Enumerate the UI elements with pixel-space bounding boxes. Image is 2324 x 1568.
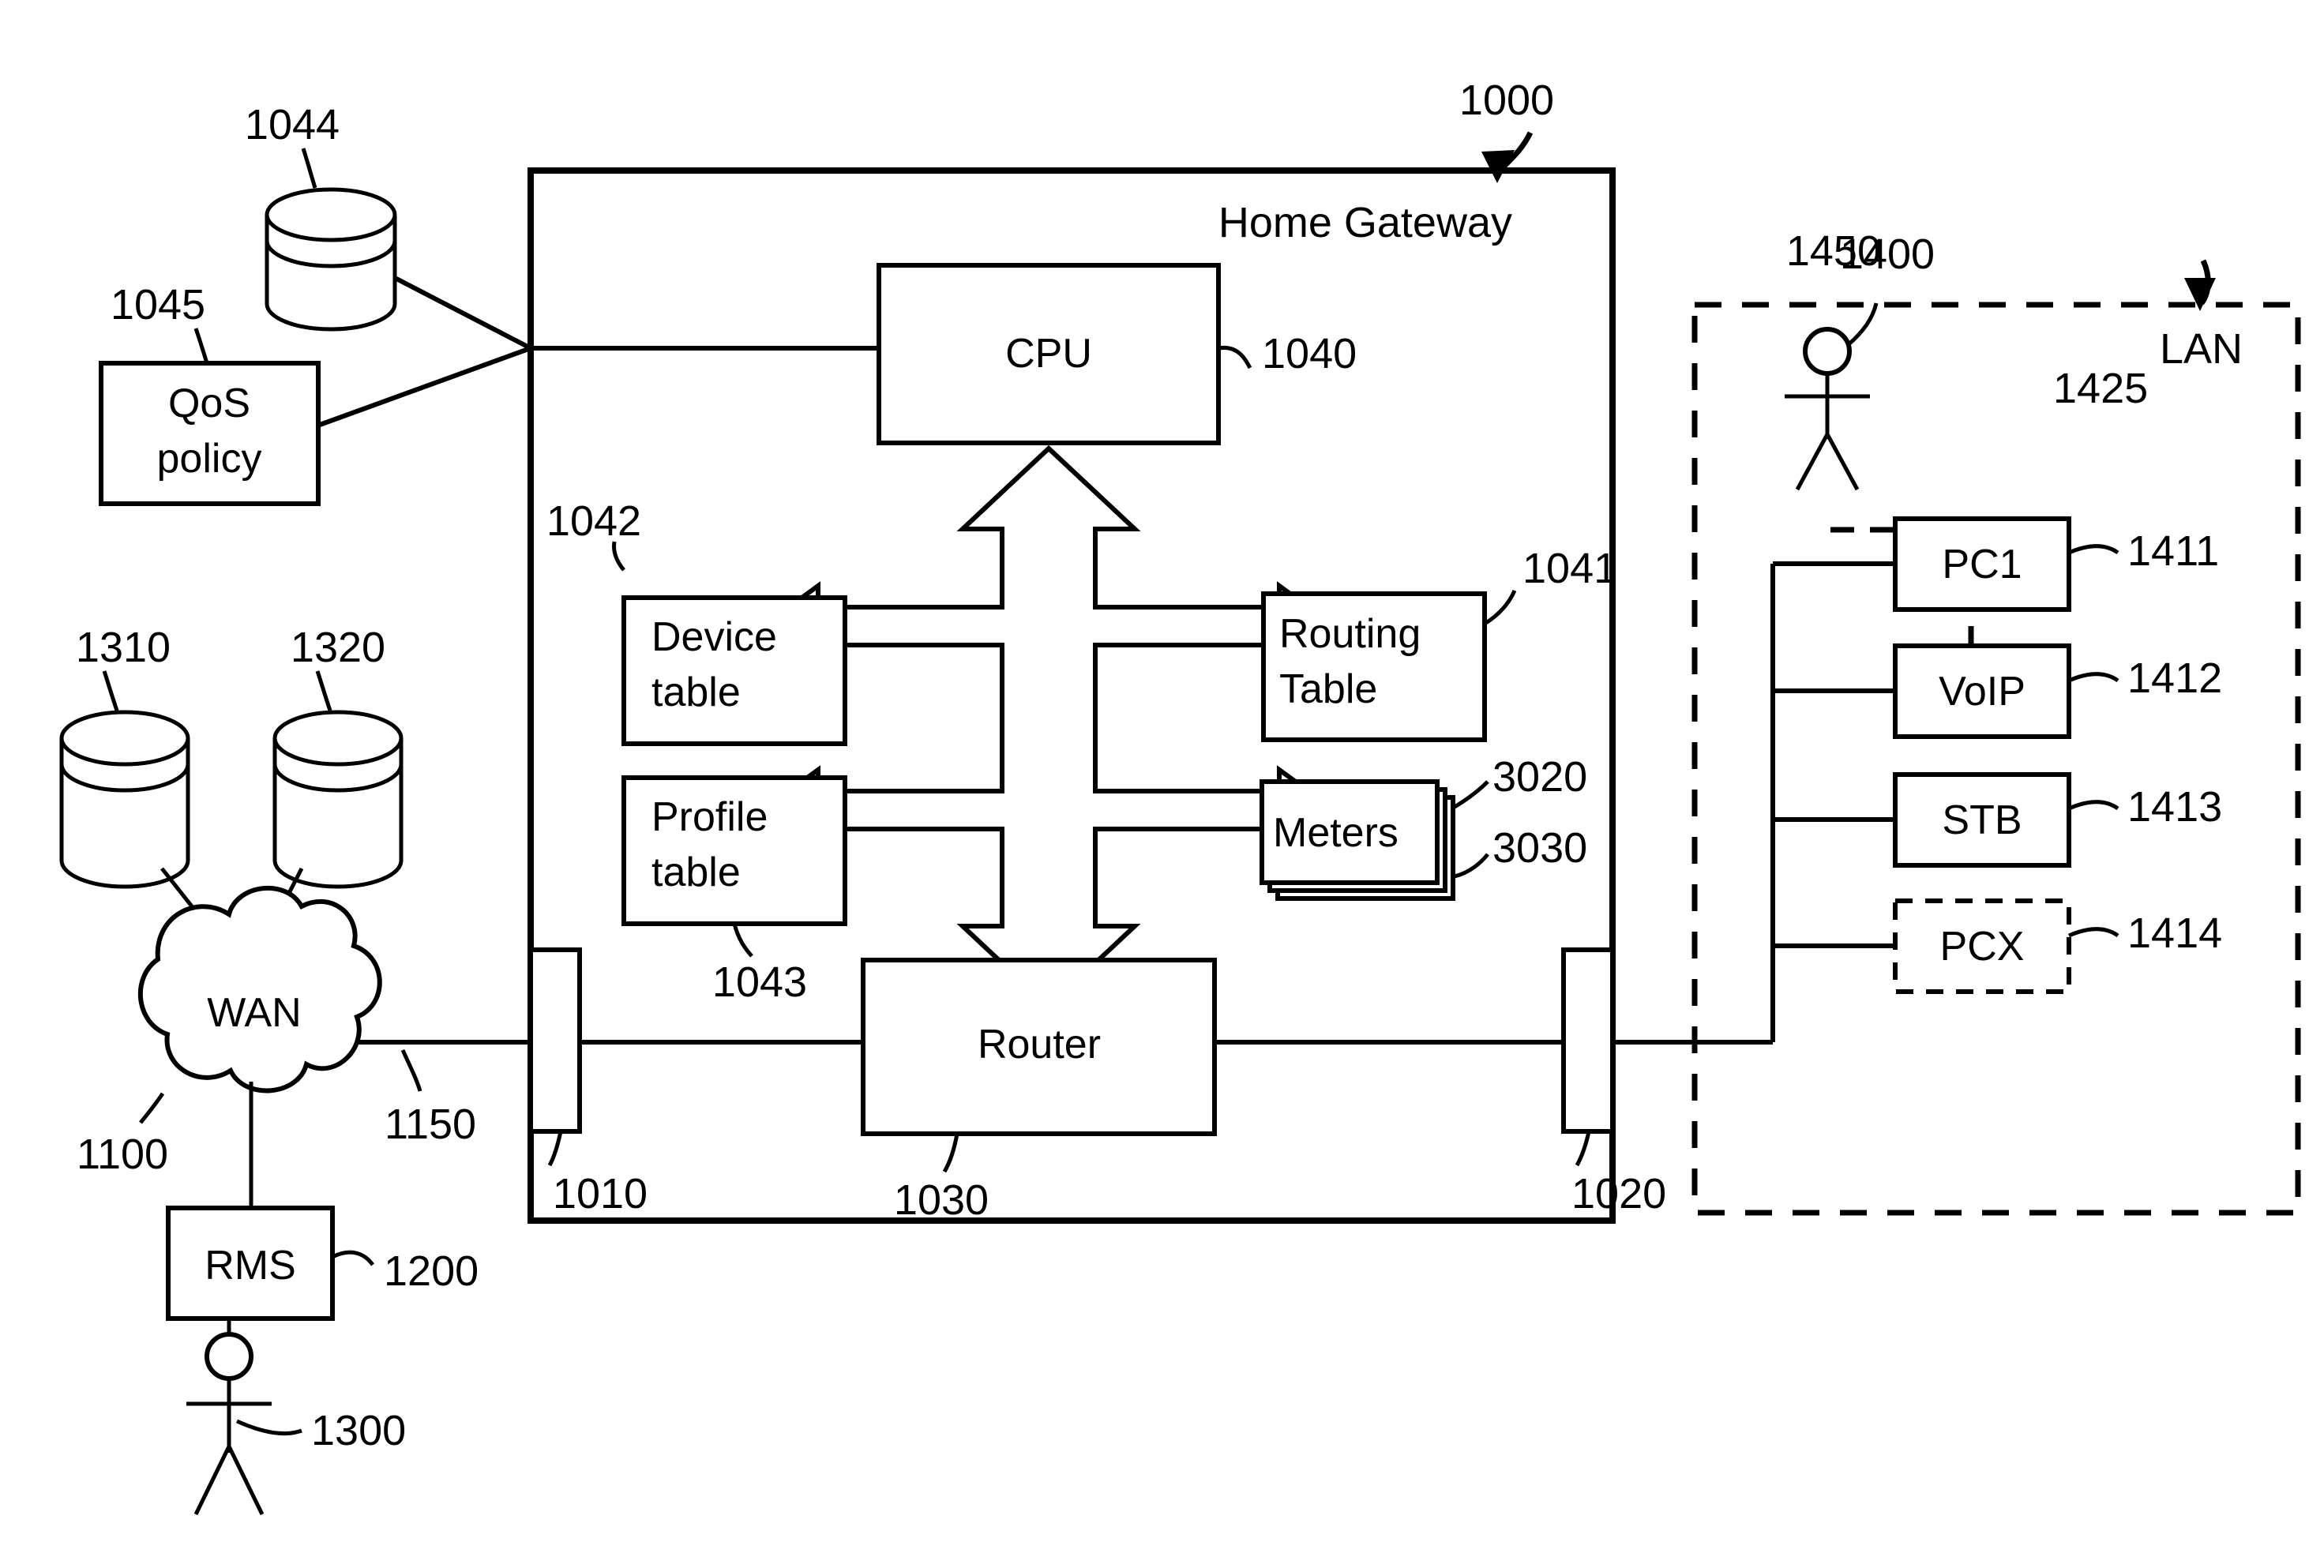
ref-1300-label: 1300 [311,1407,406,1454]
ref-1414-leader [2068,927,2119,938]
ref-1043-label: 1043 [712,958,807,1006]
ref-1042-label: 1042 [546,497,641,545]
lan-port-box [1561,947,1615,1134]
lan-device-label-voip: VoIP [1939,669,2026,715]
qos-datastore-cylinder [265,187,397,332]
ref-1450-leader [1846,302,1879,347]
ref-1020-label: 1020 [1571,1170,1666,1217]
lan-boundary [1691,302,2301,1216]
profile-table-label-line2: table [651,850,741,895]
ref-1150-leader [400,1048,422,1092]
ref-1300-leader [235,1419,302,1436]
ref-1044-leader [301,148,317,189]
ref-3030-label: 3030 [1492,824,1587,872]
ref-1150-label: 1150 [385,1101,476,1148]
wan-label: WAN [207,990,301,1036]
ref-1045-leader [193,328,209,364]
patent-diagram: Home Gateway 1000 CPU 1040 Device table … [59,77,2301,1516]
qos-policy-to-gateway-line [318,346,532,427]
ref-3020-label: 3020 [1492,753,1587,801]
operator-stick-figure [186,1320,272,1516]
ref-1200-label: 1200 [384,1247,479,1295]
ref-1310-label: 1310 [76,624,171,671]
ref-1414-label: 1414 [2127,910,2222,957]
lan-label: LAN [2160,325,2243,373]
ref-1044-label: 1044 [245,101,340,148]
rms-label: RMS [205,1243,296,1289]
ref-1320-label: 1320 [291,624,385,671]
meters-label: Meters [1273,810,1399,856]
qos-policy-label-line1: QoS [168,381,250,426]
profile-table-label-line1: Profile [651,794,768,840]
lan-device-label-pc1: PC1 [1942,542,2022,587]
ref-1412-label: 1412 [2127,655,2222,702]
ref-1413-label: 1413 [2127,783,2222,831]
ref-1411-leader [2068,544,2119,555]
home-gateway-title: Home Gateway [1218,199,1512,246]
lan-device-label-stb: STB [1942,797,2022,843]
ref-1310-leader [102,670,119,711]
router-label: Router [978,1022,1101,1067]
ref-1100-label: 1100 [77,1131,168,1178]
ref-1200-leader [331,1250,375,1266]
ref-1100-leader [139,1092,165,1124]
lan-user-stick-figure [1785,327,1870,491]
qos-store-to-gateway-line [393,276,532,351]
routing-table-label-line1: Routing [1279,611,1421,657]
ref-1450-label-visible: 1450 [1786,227,1881,275]
device-table-label-line2: table [651,670,741,715]
wan-port-box [528,947,582,1134]
ref-1413-leader [2068,800,2119,811]
ref-1000-label: 1000 [1459,77,1554,124]
ref-1411-label: 1411 [2127,527,2219,575]
cpu-label: CPU [1005,331,1092,377]
lan-device-label-pcx: PCX [1940,924,2025,970]
ref-1030-label: 1030 [894,1176,989,1224]
routing-table-label-line2: Table [1279,666,1377,712]
ref-1412-leader [2068,672,2119,683]
ref-1320-leader [315,670,332,711]
ref-1041-label: 1041 [1522,545,1617,592]
db-1320-cylinder [272,710,404,889]
device-table-label-line1: Device [651,614,777,660]
db-1310-cylinder [59,710,190,889]
figure-canvas: Home Gateway 1000 CPU 1040 Device table … [0,0,2324,1568]
ref-1045-label: 1045 [111,281,205,328]
ref-1010-label: 1010 [553,1170,648,1217]
ref-1040-label: 1040 [1262,330,1357,377]
ref-1425-label: 1425 [2053,365,2148,412]
qos-policy-label-line2: policy [157,436,262,482]
